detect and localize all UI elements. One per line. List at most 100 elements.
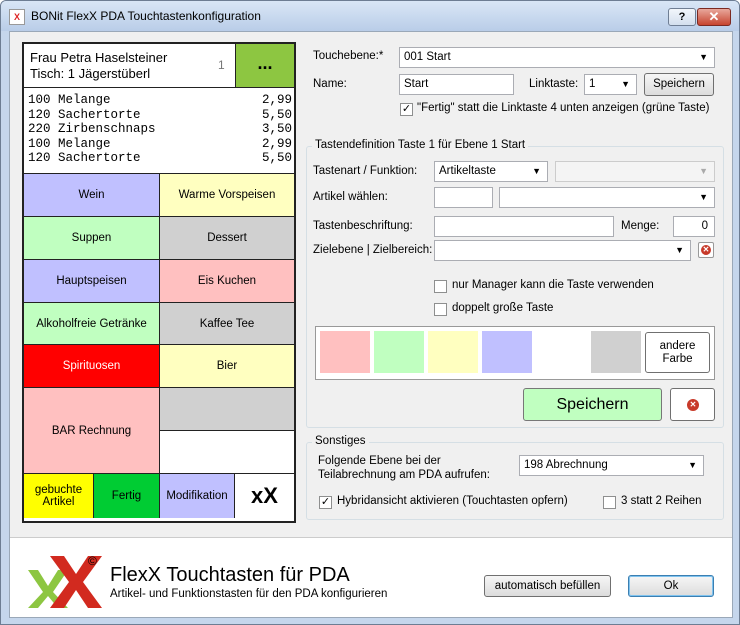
key-spirituosen[interactable]: Spirituosen [24, 345, 160, 388]
item-text: 100 Melange [28, 93, 111, 107]
key-bier[interactable]: Bier [160, 345, 294, 388]
linktaste-value: 1 [589, 78, 596, 90]
tastendef-title: Tastendefinition Taste 1 für Ebene 1 Sta… [312, 139, 529, 151]
menge-field[interactable]: 0 [673, 216, 715, 237]
footer-subtitle: Artikel- und Funktionstasten für den PDA… [110, 588, 388, 600]
key-empty-gray[interactable] [160, 388, 294, 431]
help-button[interactable]: ? [668, 8, 696, 26]
pda-preview: Frau Petra Haselsteiner Tisch: 1 Jägerst… [22, 42, 296, 523]
title-bar: X BONit FlexX PDA Touchtastenkonfigurati… [1, 1, 739, 31]
zielebene-select[interactable]: ▼ [434, 240, 691, 261]
fertig-checkbox[interactable]: ✓ [400, 103, 413, 116]
color-swatch-yellow[interactable] [428, 331, 478, 373]
touchebene-value: 001 Start [404, 51, 451, 63]
key-modifikation[interactable]: Modifikation [160, 474, 235, 518]
logo-copyright-mark: © [88, 554, 97, 568]
clear-zielebene-button[interactable]: ✕ [698, 242, 714, 258]
chevron-down-icon: ▼ [675, 245, 684, 255]
item-text: 120 Sachertorte [28, 151, 141, 166]
item-text: 220 Zirbenschnaps [28, 122, 156, 137]
pda-customer: Frau Petra Haselsteiner [30, 50, 168, 65]
list-item: 100 Melange 2,99 [28, 93, 292, 108]
list-item: 120 Sachertorte 5,50 [28, 151, 292, 166]
item-price: 3,50 [261, 122, 292, 137]
pda-more-button[interactable]: ... [235, 44, 294, 87]
key-fertig[interactable]: Fertig [94, 474, 160, 518]
fertig-checkbox-label: "Fertig" statt die Linktaste 4 unten anz… [417, 102, 710, 114]
pda-key-grid: Wein Warme Vorspeisen Suppen Dessert Hau… [24, 173, 294, 521]
color-swatch-white[interactable] [536, 331, 586, 373]
key-wein[interactable]: Wein [24, 174, 160, 217]
app-icon: X [9, 9, 25, 25]
hybrid-label: Hybridansicht aktivieren (Touchtasten op… [337, 495, 568, 507]
list-item: 100 Melange 2,99 [28, 137, 292, 152]
key-dessert[interactable]: Dessert [160, 217, 294, 260]
pda-header: Frau Petra Haselsteiner Tisch: 1 Jägerst… [24, 44, 294, 88]
doppelt-label: doppelt große Taste [452, 302, 554, 314]
key-hauptspeisen[interactable]: Hauptspeisen [24, 260, 160, 303]
cancel-icon: ✕ [687, 399, 699, 411]
close-button[interactable]: ✕ [697, 8, 731, 26]
footer: © FlexX Touchtasten für PDA Artikel- und… [10, 537, 732, 617]
key-warme-vorspeisen[interactable]: Warme Vorspeisen [160, 174, 294, 217]
client-area: Frau Petra Haselsteiner Tisch: 1 Jägerst… [9, 31, 733, 618]
key-eis-kuchen[interactable]: Eis Kuchen [160, 260, 294, 303]
zielebene-label: Zielebene | Zielbereich: [313, 244, 433, 256]
manager-checkbox[interactable] [434, 280, 447, 293]
funktion-select[interactable]: ▼ [555, 161, 715, 182]
color-swatch-green[interactable] [374, 331, 424, 373]
pda-order-list: 100 Melange 2,99 120 Sachertorte 5,50 220 … [28, 93, 292, 166]
name-field[interactable]: Start [399, 74, 514, 95]
key-logo[interactable]: xX [235, 474, 294, 518]
sonstiges-ebene-label: Folgende Ebene bei der Teilabrechnung am… [318, 455, 490, 481]
color-swatch-blue[interactable] [482, 331, 532, 373]
auto-fill-button[interactable]: automatisch befüllen [484, 575, 611, 597]
item-text: 120 Sachertorte [28, 107, 141, 122]
chevron-down-icon: ▼ [699, 192, 708, 202]
linktaste-label: Linktaste: [529, 78, 579, 90]
sonstiges-ebene-value: 198 Abrechnung [524, 459, 608, 471]
beschriftung-label: Tastenbeschriftung: [313, 220, 413, 232]
footer-title: FlexX Touchtasten für PDA [110, 564, 350, 586]
window-title: BONit FlexX PDA Touchtastenkonfiguration [31, 9, 261, 23]
tastenart-label: Tastenart / Funktion: [313, 165, 418, 177]
item-price: 2,99 [261, 136, 292, 151]
reihen-checkbox[interactable] [603, 496, 616, 509]
color-swatch-gray[interactable] [591, 331, 641, 373]
item-price: 2,99 [261, 93, 292, 107]
key-bar-rechnung[interactable]: BAR Rechnung [24, 388, 160, 474]
chevron-down-icon: ▼ [699, 52, 708, 62]
flexx-logo-icon [28, 556, 102, 608]
item-price: 5,50 [261, 107, 292, 122]
ok-button[interactable]: Ok [628, 575, 714, 597]
chevron-down-icon: ▼ [621, 79, 630, 89]
touchebene-label: Touchebene:* [313, 50, 384, 62]
sonstiges-ebene-select[interactable]: 198 Abrechnung ▼ [519, 455, 704, 476]
sonstiges-title: Sonstiges [312, 435, 369, 447]
tastenart-select[interactable]: Artikeltaste ▼ [434, 161, 548, 182]
pda-table: Tisch: 1 Jägerstüberl [30, 66, 151, 81]
app-window: X BONit FlexX PDA Touchtastenkonfigurati… [0, 0, 740, 625]
hybrid-checkbox[interactable]: ✓ [319, 496, 332, 509]
key-alkoholfreie[interactable]: Alkoholfreie Getränke [24, 303, 160, 345]
touchebene-select[interactable]: 001 Start ▼ [399, 47, 715, 68]
other-color-button[interactable]: andere Farbe [645, 332, 710, 373]
chevron-down-icon: ▼ [688, 460, 697, 470]
save-top-button[interactable]: Speichern [644, 73, 714, 96]
artikel-select[interactable]: ▼ [499, 187, 715, 208]
beschriftung-field[interactable] [434, 216, 614, 237]
item-price: 5,50 [261, 151, 292, 166]
doppelt-checkbox[interactable] [434, 303, 447, 316]
menge-label: Menge: [621, 220, 660, 232]
color-swatch-red[interactable] [320, 331, 370, 373]
key-suppen[interactable]: Suppen [24, 217, 160, 260]
chevron-down-icon: ▼ [699, 166, 708, 176]
artikel-label: Artikel wählen: [313, 191, 388, 203]
cancel-key-button[interactable]: ✕ [670, 388, 715, 421]
key-gebuchte-artikel[interactable]: gebuchte Artikel [24, 474, 94, 518]
artikel-number-field[interactable] [434, 187, 493, 208]
key-kaffee-tee[interactable]: Kaffee Tee [160, 303, 294, 345]
save-key-button[interactable]: Speichern [523, 388, 662, 421]
linktaste-select[interactable]: 1 ▼ [584, 74, 637, 95]
key-empty-white[interactable] [160, 431, 294, 474]
